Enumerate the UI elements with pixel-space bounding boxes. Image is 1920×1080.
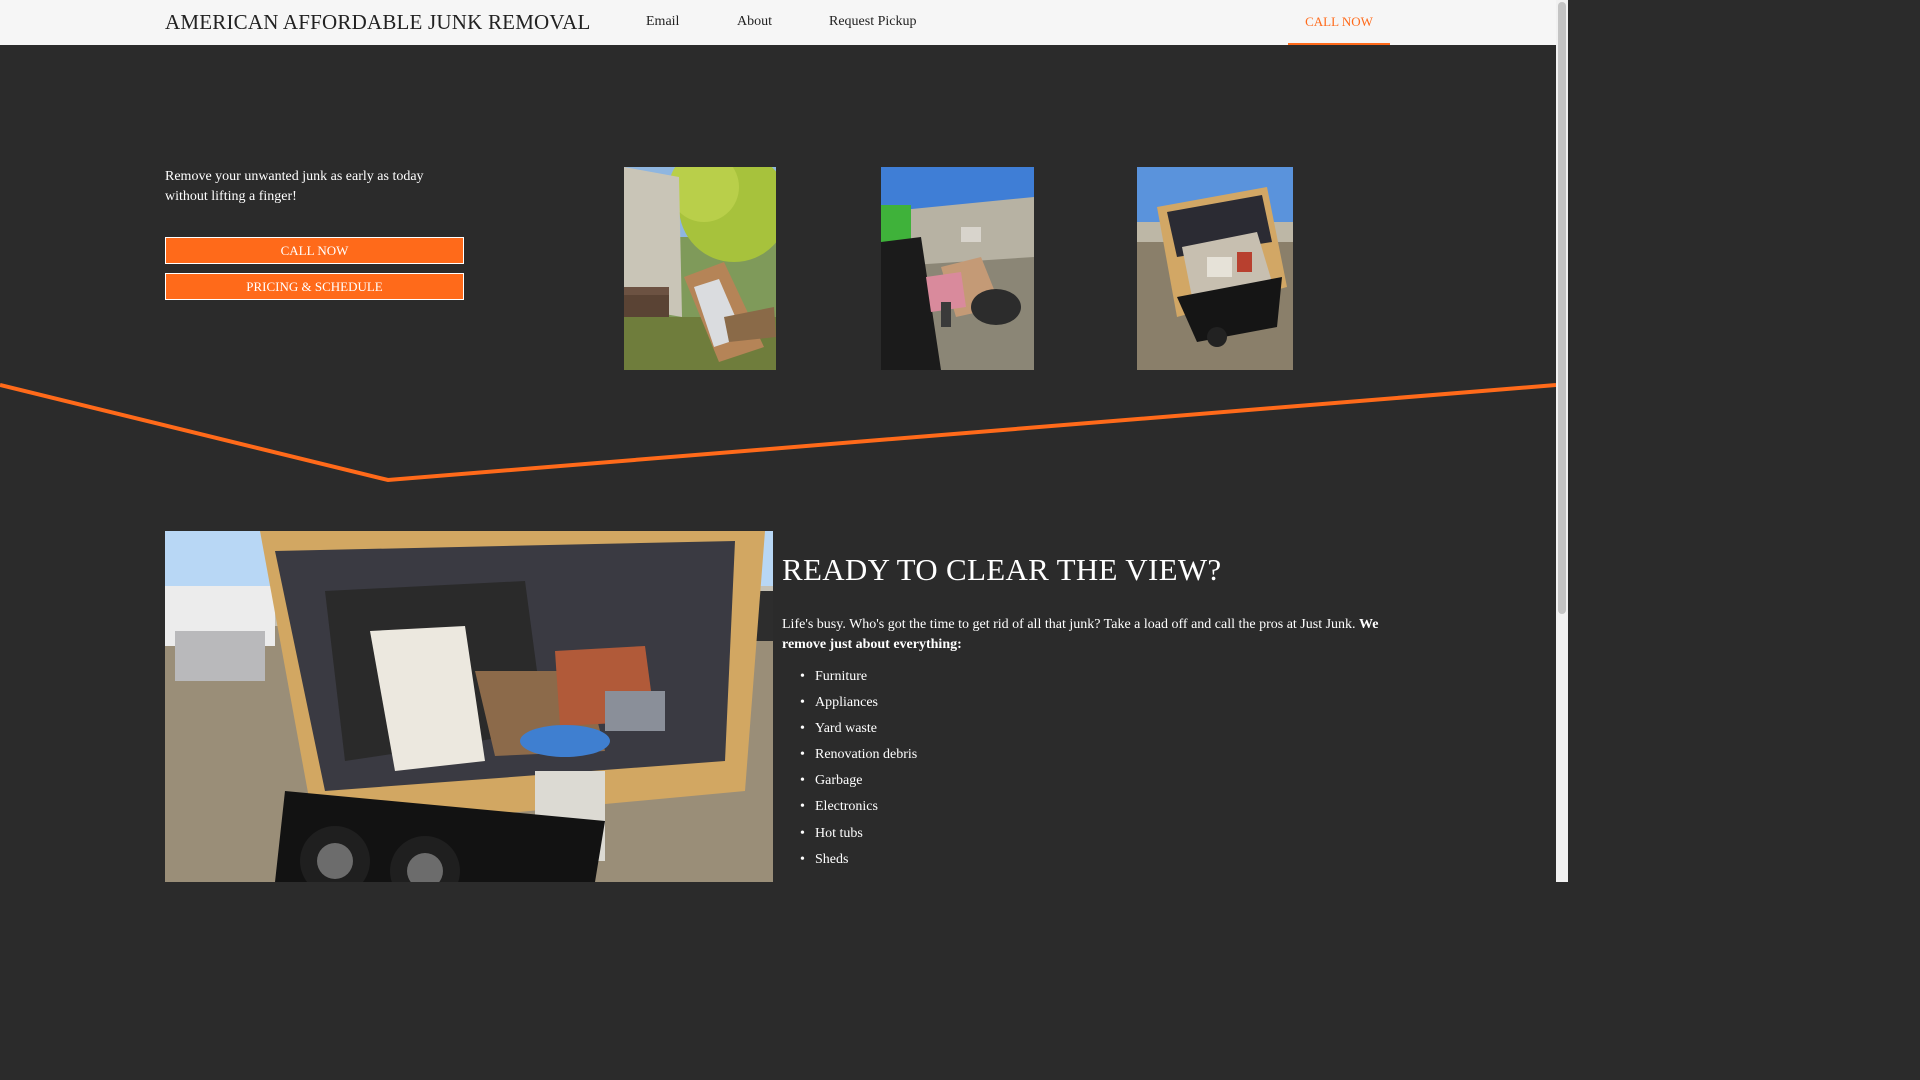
nav-call-now-button[interactable]: CALL NOW <box>1288 0 1390 45</box>
section-heading: READY TO CLEAR THE VIEW? <box>782 552 1222 587</box>
list-item-label: Garbage <box>815 773 863 789</box>
orange-divider-line <box>0 383 1556 483</box>
scrollbar-thumb[interactable] <box>1558 2 1566 614</box>
header-bar: AMERICAN AFFORDABLE JUNK REMOVAL Email A… <box>0 0 1556 45</box>
list-item: • Sheds <box>800 851 849 867</box>
page-scrollbar[interactable] <box>1556 0 1568 882</box>
nav-email[interactable]: Email <box>646 14 679 30</box>
removal-items-list: • Furniture • Appliances • Yard waste • Reno… <box>800 667 917 876</box>
list-item: • Garbage <box>800 773 863 789</box>
list-item-label: Sheds <box>815 851 849 867</box>
site-logo-text[interactable]: AMERICAN AFFORDABLE JUNK REMOVAL <box>165 10 590 35</box>
hero-tagline: Remove your unwanted junk as early as to… <box>165 169 424 204</box>
list-item: • Hot tubs <box>800 825 863 841</box>
list-item: • Furniture <box>800 669 868 684</box>
list-item-label: Yard waste <box>815 721 877 737</box>
list-item: • Yard waste <box>800 721 877 737</box>
gallery-photo-trailer-load[interactable] <box>1137 167 1293 370</box>
feature-photo-trailer <box>165 531 773 882</box>
section-body-lead: Life's busy. Who's got the time to get r… <box>782 617 1360 632</box>
gallery-photo-yard-debris[interactable] <box>624 167 776 370</box>
list-item: • Electronics <box>800 799 878 815</box>
hero-call-now-button[interactable]: CALL NOW <box>165 237 464 264</box>
list-item-label: Furniture <box>815 669 868 684</box>
pricing-schedule-button[interactable]: PRICING & SCHEDULE <box>165 273 464 300</box>
list-item: • Renovation debris <box>800 747 918 763</box>
list-item: • Appliances <box>800 695 878 711</box>
section-body-text: Life's busy. Who's got the time to get r… <box>782 615 1392 655</box>
nav-about[interactable]: About <box>737 14 772 30</box>
list-item-label: Appliances <box>815 695 878 711</box>
nav-request-pickup[interactable]: Request Pickup <box>829 14 917 30</box>
list-item-label: Electronics <box>815 799 878 815</box>
list-item-label: Renovation debris <box>815 747 918 763</box>
list-item-label: Hot tubs <box>815 825 863 841</box>
gallery-photo-landfill[interactable] <box>881 167 1034 370</box>
page: AMERICAN AFFORDABLE JUNK REMOVAL Email A… <box>0 0 1568 882</box>
